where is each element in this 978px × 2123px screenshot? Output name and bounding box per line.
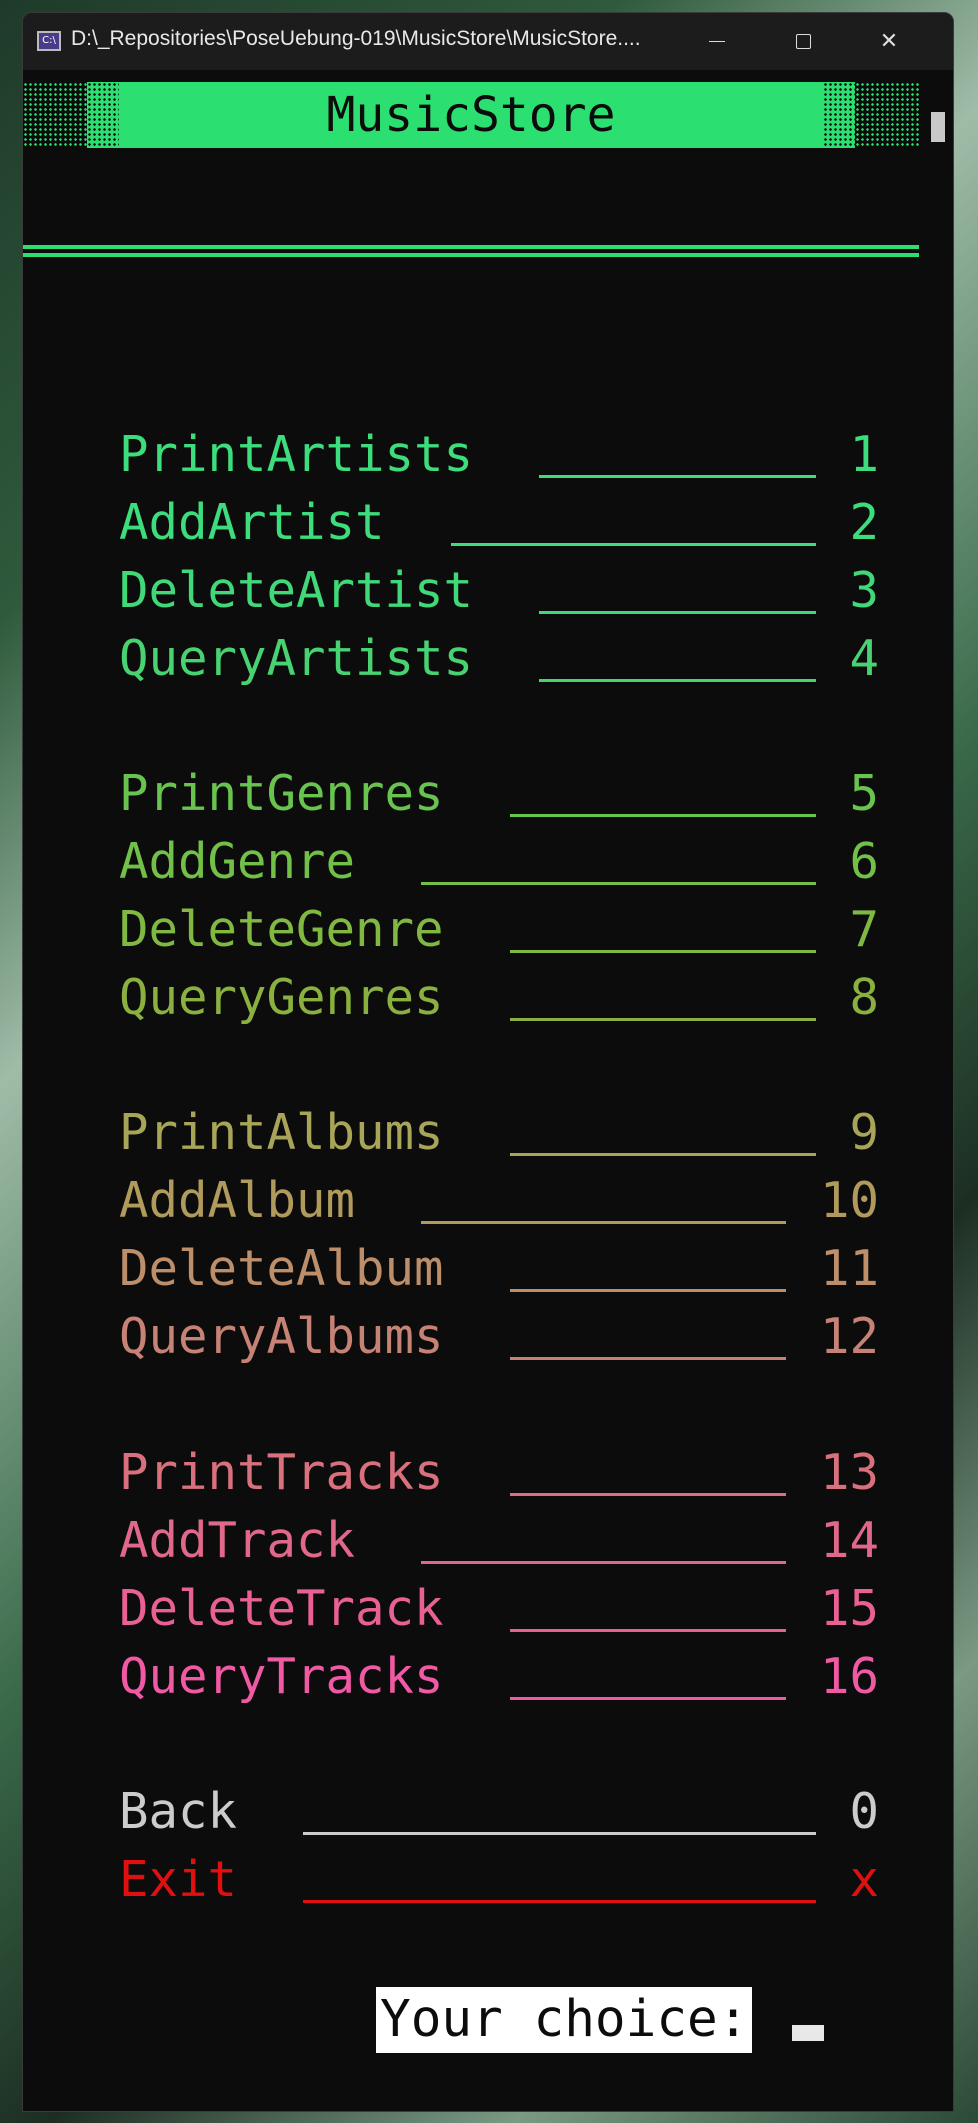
menu-item-deletealbum[interactable]: DeleteAlbum 11 xyxy=(119,1239,879,1299)
menu-item-printartists[interactable]: PrintArtists 1 xyxy=(119,425,879,485)
menu-item-queryartists[interactable]: QueryArtists 4 xyxy=(119,629,879,689)
menu-item-key: 6 xyxy=(849,833,879,890)
choice-prompt: Your choice: xyxy=(376,1987,753,2053)
close-button[interactable]: ✕ xyxy=(847,13,931,70)
title-bar[interactable]: C:\ D:\_Repositories\PoseUebung-019\Musi… xyxy=(23,13,953,70)
menu-item-leader-line xyxy=(509,1629,786,1632)
menu-item-leader-line xyxy=(450,543,816,546)
maximize-button[interactable] xyxy=(761,13,845,70)
menu-item-querytracks[interactable]: QueryTracks 16 xyxy=(119,1647,879,1707)
close-icon: ✕ xyxy=(879,29,899,54)
menu-item-label: QueryAlbums xyxy=(119,1308,444,1365)
scrollbar-thumb[interactable] xyxy=(931,112,945,142)
menu-item-label: Exit xyxy=(119,1851,238,1908)
menu-item-label: DeleteArtist xyxy=(119,562,474,619)
text-cursor[interactable] xyxy=(792,2025,824,2041)
cmd-icon: C:\ xyxy=(37,31,61,51)
maximize-icon xyxy=(795,34,811,49)
console-window: C:\ D:\_Repositories\PoseUebung-019\Musi… xyxy=(22,12,954,2112)
menu-item-key: 12 xyxy=(819,1308,879,1365)
menu-item-addgenre[interactable]: AddGenre 6 xyxy=(119,832,879,892)
menu-item-key: 5 xyxy=(849,765,879,822)
menu-item-leader-line xyxy=(539,679,816,682)
menu-item-key: 10 xyxy=(819,1172,879,1229)
menu-item-key: x xyxy=(849,1851,879,1908)
menu-item-key: 7 xyxy=(849,901,879,958)
minimize-icon xyxy=(709,41,725,42)
menu-item-label: DeleteAlbum xyxy=(119,1240,444,1297)
menu-item-leader-line xyxy=(303,1832,816,1835)
menu-item-queryalbums[interactable]: QueryAlbums 12 xyxy=(119,1307,879,1367)
menu-item-label: AddGenre xyxy=(119,833,356,890)
menu-item-key: 2 xyxy=(849,494,879,551)
menu-item-printtracks[interactable]: PrintTracks 13 xyxy=(119,1443,879,1503)
menu-item-label: AddTrack xyxy=(119,1512,356,1569)
menu-item-label: DeleteTrack xyxy=(119,1580,444,1637)
minimize-button[interactable] xyxy=(675,13,759,70)
menu-item-key: 11 xyxy=(819,1240,879,1297)
menu-item-label: PrintArtists xyxy=(119,426,474,483)
divider-top xyxy=(23,245,919,249)
menu-item-label: PrintTracks xyxy=(119,1444,444,1501)
menu-item-deletegenre[interactable]: DeleteGenre 7 xyxy=(119,900,879,960)
menu-item-key: 15 xyxy=(819,1580,879,1637)
scrollbar[interactable] xyxy=(919,70,953,2111)
menu-item-leader-line xyxy=(509,1493,786,1496)
menu-item-deleteartist[interactable]: DeleteArtist 3 xyxy=(119,561,879,621)
menu-item-exit[interactable]: Exit x xyxy=(119,1850,879,1910)
menu-item-label: AddArtist xyxy=(119,494,385,551)
menu-item-leader-line xyxy=(509,1697,786,1700)
menu-item-key: 13 xyxy=(819,1444,879,1501)
menu-item-querygenres[interactable]: QueryGenres 8 xyxy=(119,968,879,1028)
menu-item-leader-line xyxy=(509,1289,786,1292)
menu-item-key: 14 xyxy=(819,1512,879,1569)
menu-item-key: 1 xyxy=(849,426,879,483)
menu-item-leader-line xyxy=(509,1153,816,1156)
menu-item-leader-line xyxy=(509,1357,786,1360)
menu-item-addartist[interactable]: AddArtist 2 xyxy=(119,493,879,553)
menu-item-leader-line xyxy=(509,814,816,817)
menu-item-leader-line xyxy=(539,475,816,478)
menu-item-key: 9 xyxy=(849,1104,879,1161)
menu-item-addalbum[interactable]: AddAlbum 10 xyxy=(119,1171,879,1231)
menu-item-addtrack[interactable]: AddTrack 14 xyxy=(119,1511,879,1571)
menu-item-label: Back xyxy=(119,1783,238,1840)
banner: MusicStore xyxy=(23,82,919,148)
menu-item-back[interactable]: Back 0 xyxy=(119,1782,879,1842)
menu-item-key: 0 xyxy=(849,1783,879,1840)
menu-item-leader-line xyxy=(421,882,816,885)
menu-item-key: 16 xyxy=(819,1648,879,1705)
menu-item-label: QueryGenres xyxy=(119,969,444,1026)
window-title: D:\_Repositories\PoseUebung-019\MusicSto… xyxy=(71,27,641,50)
menu-item-leader-line xyxy=(539,611,816,614)
menu-item-label: DeleteGenre xyxy=(119,901,444,958)
menu-item-label: AddAlbum xyxy=(119,1172,356,1229)
divider-bottom xyxy=(23,253,919,257)
menu-item-printgenres[interactable]: PrintGenres 5 xyxy=(119,764,879,824)
console-area[interactable]: MusicStore PrintArtists 1 AddArtist 2 Delete… xyxy=(23,70,919,2111)
menu-item-leader-line xyxy=(509,1018,816,1021)
menu-item-deletetrack[interactable]: DeleteTrack 15 xyxy=(119,1579,879,1639)
menu-item-leader-line xyxy=(421,1221,786,1224)
menu-item-label: QueryTracks xyxy=(119,1648,444,1705)
menu-item-leader-line xyxy=(509,950,816,953)
menu-item-label: QueryArtists xyxy=(119,630,474,687)
menu-item-key: 8 xyxy=(849,969,879,1026)
menu-item-label: PrintAlbums xyxy=(119,1104,444,1161)
menu-item-key: 3 xyxy=(849,562,879,619)
menu-item-leader-line xyxy=(421,1561,786,1564)
menu-item-key: 4 xyxy=(849,630,879,687)
menu-item-leader-line xyxy=(303,1900,816,1903)
menu-item-label: PrintGenres xyxy=(119,765,444,822)
banner-title: MusicStore xyxy=(326,87,616,143)
menu-item-printalbums[interactable]: PrintAlbums 9 xyxy=(119,1103,879,1163)
